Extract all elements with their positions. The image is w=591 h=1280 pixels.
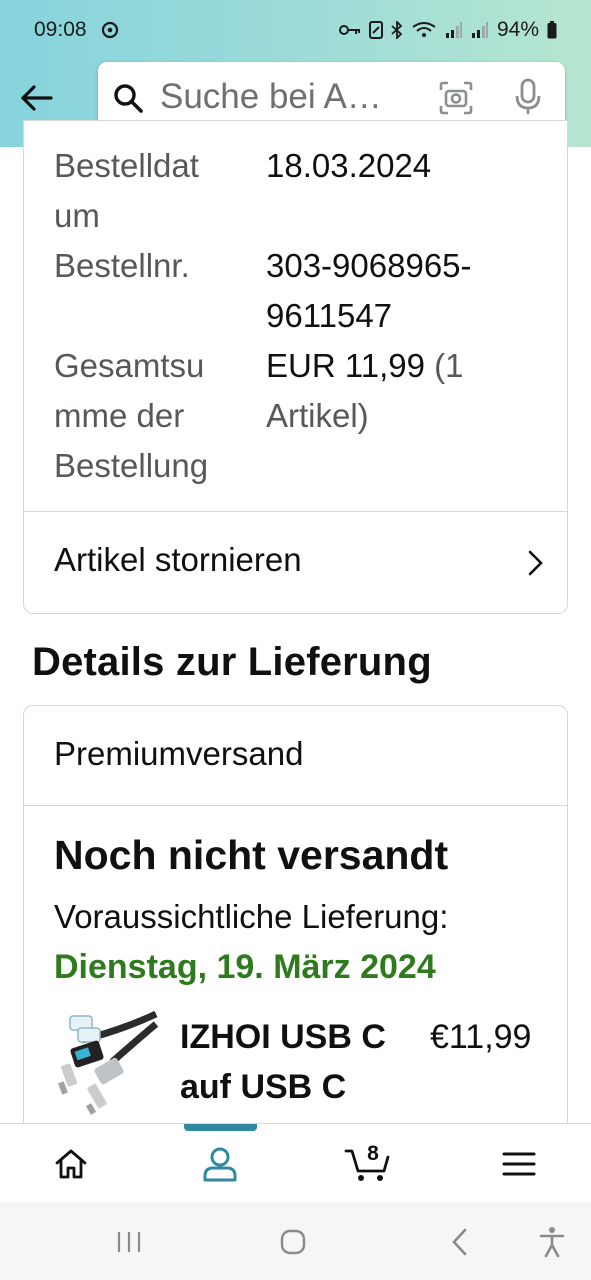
back-button[interactable] (16, 78, 56, 118)
account-icon (203, 1147, 237, 1181)
search-input[interactable] (160, 76, 410, 118)
sync-icon (101, 21, 119, 39)
product-price: €11,99 (430, 1018, 532, 1056)
order-number-value: 303-9068965-9611547 (266, 247, 472, 334)
order-total-amount: EUR 11,99 (266, 347, 425, 384)
nav-home[interactable] (11, 1124, 131, 1203)
microphone-icon[interactable] (512, 78, 544, 116)
bottom-nav (0, 1123, 591, 1202)
system-nav-bar (0, 1202, 591, 1280)
key-icon (338, 25, 360, 35)
signal-icon-1 (445, 22, 462, 38)
accessibility-button[interactable] (536, 1226, 568, 1258)
order-total-label: Gesamtsu mme der Bestellung (54, 347, 209, 484)
divider (24, 805, 567, 806)
system-back-button[interactable] (444, 1226, 474, 1258)
battery-icon (547, 21, 557, 39)
cart-count-badge: 8 (367, 1142, 379, 1165)
signal-icon-2 (471, 22, 488, 38)
expected-delivery-label: Voraussichtliche Lieferung: (54, 898, 449, 935)
order-date-value: 18.03.2024 (266, 147, 432, 184)
recent-apps-icon (117, 1232, 141, 1252)
camera-icon[interactable] (438, 80, 474, 116)
home-icon (55, 1149, 87, 1178)
shipping-type: Premiumversand (54, 735, 304, 772)
nav-account[interactable] (160, 1124, 280, 1203)
order-number-label: Bestellnr. (54, 247, 190, 284)
expected-delivery-date: Dienstag, 19. März 2024 (54, 948, 436, 986)
status-bar: 09:08 94% (0, 0, 591, 60)
order-total-value: EUR 11,99 (1 Artikel) (266, 341, 506, 441)
status-icons: 94% (338, 17, 557, 43)
product-image[interactable] (52, 1010, 160, 1118)
cancel-items-label: Artikel stornieren (54, 541, 302, 578)
delivery-card: Premiumversand Noch nicht versandt Vorau… (23, 705, 568, 1145)
arrow-left-icon (21, 85, 53, 111)
nav-menu[interactable] (459, 1124, 579, 1203)
wifi-icon (412, 22, 436, 37)
accessibility-icon (539, 1227, 565, 1258)
home-circle-icon (280, 1229, 306, 1255)
menu-icon (502, 1152, 536, 1175)
delivery-section-title: Details zur Lieferung (32, 640, 432, 684)
recent-apps-button[interactable] (112, 1226, 146, 1258)
bluetooth-icon (391, 21, 403, 39)
shipment-status: Noch nicht versandt (54, 832, 449, 878)
order-date-label: Bestelldat um (54, 147, 199, 234)
nfc-icon (368, 21, 383, 39)
back-chevron-icon (452, 1228, 467, 1256)
cancel-items-button[interactable]: Artikel stornieren (24, 512, 567, 613)
product-title[interactable]: IZHOI USB C auf USB C (180, 1012, 410, 1112)
home-system-button[interactable] (276, 1226, 310, 1258)
order-info-card: Bestelldat um 18.03.2024 Bestellnr. 303-… (23, 120, 568, 614)
chevron-right-icon (528, 550, 543, 576)
status-time: 09:08 (34, 18, 87, 41)
battery-level: 94% (496, 18, 539, 41)
search-icon (114, 84, 143, 113)
